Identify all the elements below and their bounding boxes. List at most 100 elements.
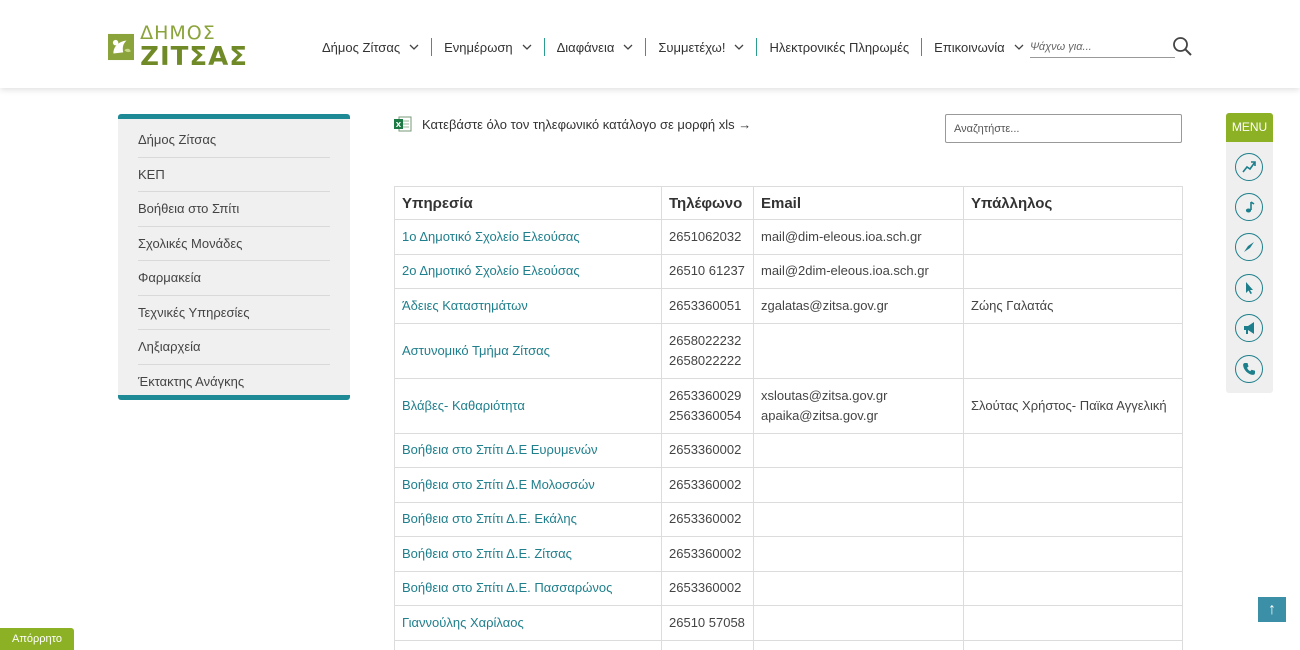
nav-item-label: Διαφάνεια [556,39,615,55]
back-to-top-button[interactable]: ↑ [1258,597,1286,622]
header-email[interactable]: Email [753,186,964,220]
service-link[interactable]: Βοήθεια στο Σπίτι Δ.Ε Μολοσσών [402,477,595,492]
nav-item-1[interactable]: Ενημέρωση [432,38,545,56]
cell-email: mail@2dim-eleous.ioa.sch.gr [753,253,964,289]
table-row: Βλάβες- Καθαριότητα 2653360029 2563360054 x… [394,377,1183,434]
privacy-button[interactable]: Απόρρητο [0,628,74,650]
service-link[interactable]: 1ο Δημοτικό Σχολείο Ελεούσας [402,229,580,244]
service-link[interactable]: Βοήθεια στο Σπίτι Δ.Ε Ευρυμενών [402,442,597,457]
sidebar-menu: Δήμος Ζίτσας ΚΕΠ Βοήθεια στο Σπίτι Σχολικές… [118,114,350,400]
nav-item-3[interactable]: Συμμετέχω! [646,38,758,56]
compass-icon[interactable] [1235,233,1263,261]
phone-number: 2563360054 [669,407,742,423]
phone-number: 2653360051 [669,297,742,313]
cell-phone: 2653360051 [661,288,754,324]
sidebar-item[interactable]: Βοήθεια στο Σπίτι [138,192,330,227]
cell-phone: 2658022232 2658022222 [661,322,754,379]
sidebar-item[interactable]: Δήμος Ζίτσας [138,123,330,158]
cell-service: Αστυνομικό Τμήμα Ζίτσας [394,322,662,379]
service-link[interactable]: Αστυνομικό Τμήμα Ζίτσας [402,343,550,358]
phone-number: 2658022232 [669,332,742,348]
search-icon[interactable] [1172,36,1192,56]
cell-email [753,570,964,606]
cell-employee [963,219,1183,255]
service-link[interactable]: Βοήθεια στο Σπίτι Δ.Ε. Ζίτσας [402,546,572,561]
cell-phone: 2653360029 2563360054 [661,377,754,434]
phone-number: 2653360002 [669,580,742,596]
nav-item-4[interactable]: Ηλεκτρονικές Πληρωμές [757,38,923,56]
table-row: Βοήθεια στο Σπίτι Δ.Ε. Ζίτσας 2653360002 [394,536,1183,572]
sidebar-item[interactable]: Έκτακτης Ανάγκης [138,365,330,400]
cell-phone: 26510 61237 [661,253,754,289]
table-row: Αστυνομικό Τμήμα Ζίτσας 2658022232 2658022… [394,322,1183,379]
sidebar-item[interactable]: Ληξιαρχεία [138,330,330,365]
logo-text-top: ΔΗΜΟΣ [140,22,216,44]
header-employee[interactable]: Υπάλληλος [963,186,1183,220]
cell-employee: Σλούτας Χρήστος- Παϊκα Αγγελική [963,377,1183,434]
cell-phone [661,639,754,650]
cell-service: Βοήθεια στο Σπίτι Δ.Ε. Ζίτσας [394,536,662,572]
header-phone[interactable]: Τηλέφωνο [661,186,754,220]
table-row [394,639,1183,650]
service-link[interactable]: 2ο Δημοτικό Σχολείο Ελεούσας [402,263,580,278]
download-xls-link[interactable]: X Κατεβάστε όλο τον τηλεφωνικό κατάλογο … [394,116,751,132]
site-header: ΔΗΜΟΣ ΖΙΤΣΑΣ Δήμος Ζίτσας Ενημέρωση Διαφάν… [0,0,1300,88]
nav-item-label: Δήμος Ζίτσας [322,39,401,55]
chevron-down-icon [623,44,633,50]
phone-number: 2653360002 [669,442,742,458]
service-link[interactable]: Βλάβες- Καθαριότητα [402,398,525,413]
cell-service: Βοήθεια στο Σπίτι Δ.Ε. Εκάλης [394,501,662,537]
cell-email [753,432,964,468]
service-link[interactable]: Άδειες Καταστημάτων [402,298,528,313]
service-link[interactable]: Βοήθεια στο Σπίτι Δ.Ε. Πασσαρώνος [402,580,612,595]
floating-menu-toggle[interactable]: MENU [1226,113,1273,142]
logo-mark-icon [108,33,135,61]
cell-service: Βοήθεια στο Σπίτι Δ.Ε Μολοσσών [394,467,662,503]
email-address: apaika@zitsa.gov.gr [761,407,879,423]
cell-phone: 2653360002 [661,467,754,503]
phone-number: 2653360002 [669,545,742,561]
music-note-icon[interactable] [1235,193,1263,221]
cell-employee: Ζώης Γαλατάς [963,288,1183,324]
cell-phone: 2653360002 [661,570,754,606]
download-text: Κατεβάστε όλο τον τηλεφωνικό κατάλογο σε… [422,116,752,132]
site-logo[interactable]: ΔΗΜΟΣ ΖΙΤΣΑΣ [108,22,248,72]
cell-phone: 2653360002 [661,432,754,468]
chart-trend-icon[interactable] [1235,153,1263,181]
chevron-down-icon [734,44,744,50]
cell-employee [963,501,1183,537]
chevron-down-icon [1014,44,1024,50]
svg-text:X: X [396,121,402,129]
cell-phone: 2653360002 [661,501,754,537]
table-row: 2ο Δημοτικό Σχολείο Ελεούσας 26510 61237 m… [394,253,1183,289]
header-service[interactable]: Υπηρεσία [394,186,662,220]
nav-item-0[interactable]: Δήμος Ζίτσας [322,38,433,56]
table-row: Βοήθεια στο Σπίτι Δ.Ε. Εκάλης 2653360002 [394,501,1183,537]
table-row: Γιαννούλης Χαρίλαος 26510 57058 [394,605,1183,641]
cell-email [753,322,964,379]
service-link[interactable]: Βοήθεια στο Σπίτι Δ.Ε. Εκάλης [402,511,577,526]
chevron-down-icon [522,44,532,50]
cell-email: xsloutas@zitsa.gov.gr apaika@zitsa.gov.gr [753,377,964,434]
cell-service: Γιαννούλης Χαρίλαος [394,605,662,641]
nav-item-2[interactable]: Διαφάνεια [545,38,647,56]
nav-item-label: Συμμετέχω! [658,39,726,55]
site-search-input[interactable] [1030,36,1175,58]
sidebar-item[interactable]: Φαρμακεία [138,261,330,296]
nav-item-5[interactable]: Επικοινωνία [922,38,1036,56]
pointer-icon[interactable] [1235,274,1263,302]
phone-number: 2651062032 [669,228,742,244]
sidebar-item[interactable]: Σχολικές Μονάδες [138,227,330,261]
nav-item-label: Ενημέρωση [444,39,513,55]
cell-employee [963,570,1183,606]
service-link[interactable]: Γιαννούλης Χαρίλαος [402,615,524,630]
table-search-input[interactable] [945,114,1182,143]
sidebar-item[interactable]: ΚΕΠ [138,158,330,192]
cell-employee [963,432,1183,468]
cell-service [394,639,662,650]
phone-icon[interactable] [1235,355,1263,383]
excel-file-icon: X [394,116,412,132]
logo-text-bottom: ΖΙΤΣΑΣ [140,42,248,72]
megaphone-icon[interactable] [1235,314,1263,342]
sidebar-item[interactable]: Τεχνικές Υπηρεσίες [138,296,330,330]
